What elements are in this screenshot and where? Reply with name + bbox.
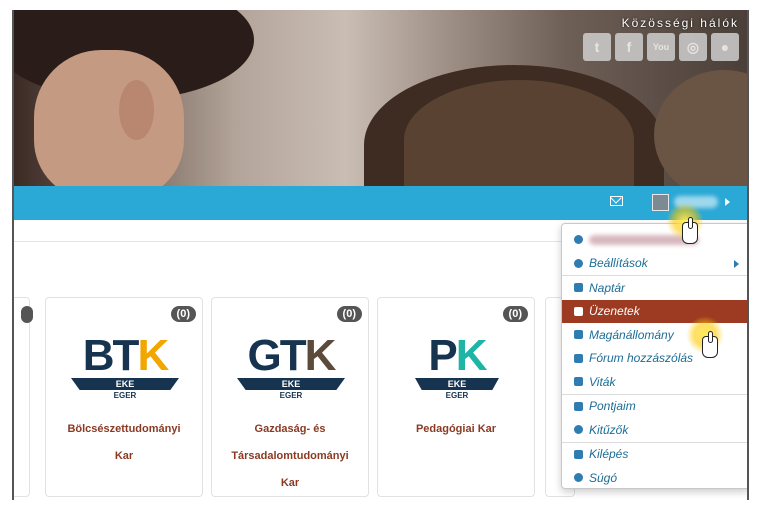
pointer-hand-icon	[686, 316, 724, 360]
card-partial-left[interactable]	[14, 297, 33, 497]
menu-item-grades[interactable]: Pontjaim	[562, 395, 747, 419]
menu-item-help[interactable]: Súgó	[562, 466, 747, 490]
envelope-icon	[574, 306, 583, 316]
menu-item-messages[interactable]: Üzenetek	[562, 299, 747, 323]
torn-edge	[0, 500, 761, 517]
faculty-card-gtk[interactable]: (0) GT K EKE EGER Gazdaság- és Társadalomt…	[211, 297, 369, 497]
menu-item-logout[interactable]: Kilépés	[562, 443, 747, 467]
badge-icon	[574, 425, 583, 435]
caret-right-icon[interactable]	[725, 198, 730, 206]
menu-item-discussions[interactable]: Viták	[562, 370, 747, 394]
count-badge: (0)	[336, 306, 362, 322]
sign-out-icon	[574, 449, 583, 459]
pointer-hand-icon	[666, 202, 704, 246]
hero-banner: Közösségi hálók t f You ◎ ●	[14, 10, 747, 186]
globe-icon[interactable]: ●	[711, 33, 739, 61]
count-badge	[21, 306, 33, 323]
menu-item-badges[interactable]: Kitűzők	[562, 418, 747, 442]
faculty-name[interactable]: Bölcsészettudományi Kar	[50, 416, 198, 470]
faculty-card-pk[interactable]: (0) PK EKE EGER Pedagógiai Kar	[377, 297, 535, 497]
twitter-icon[interactable]: t	[583, 33, 611, 61]
menu-item-profile[interactable]	[562, 228, 747, 252]
faculty-card-btk[interactable]: (0) BT K EKE EGER Bölcsészettudományi Kar	[45, 297, 203, 497]
avatar[interactable]	[652, 194, 669, 211]
faculty-name[interactable]: Gazdaság- és Társadalomtudományi Kar	[216, 416, 364, 497]
btk-logo: BT K EKE EGER	[68, 334, 182, 404]
faculty-name[interactable]: Pedagógiai Kar	[382, 416, 530, 443]
social-links: Közösségi hálók t f You ◎ ●	[583, 16, 739, 61]
count-badge: (0)	[170, 306, 196, 322]
menu-item-calendar[interactable]: Naptár	[562, 276, 747, 300]
social-title: Közösségi hálók	[621, 16, 739, 30]
top-navbar	[14, 186, 747, 220]
user-icon	[574, 235, 583, 245]
grades-icon	[574, 401, 583, 411]
instagram-icon[interactable]: ◎	[679, 33, 707, 61]
facebook-icon[interactable]: f	[615, 33, 643, 61]
caret-right-icon	[734, 259, 739, 268]
browser-frame: Közösségi hálók t f You ◎ ● (0) BT K EKE …	[12, 10, 749, 505]
gtk-logo: GT K EKE EGER	[234, 334, 348, 404]
count-badge: (0)	[502, 306, 528, 322]
youtube-icon[interactable]: You	[647, 33, 675, 61]
list-icon	[574, 377, 583, 387]
question-icon	[574, 473, 583, 483]
forum-icon	[574, 353, 583, 363]
file-icon	[574, 330, 583, 340]
calendar-icon	[574, 283, 583, 293]
envelope-icon[interactable]	[610, 196, 623, 206]
menu-item-settings[interactable]: Beállítások	[562, 252, 747, 276]
pk-logo: PK EKE EGER	[400, 334, 514, 404]
gear-icon	[574, 258, 583, 268]
